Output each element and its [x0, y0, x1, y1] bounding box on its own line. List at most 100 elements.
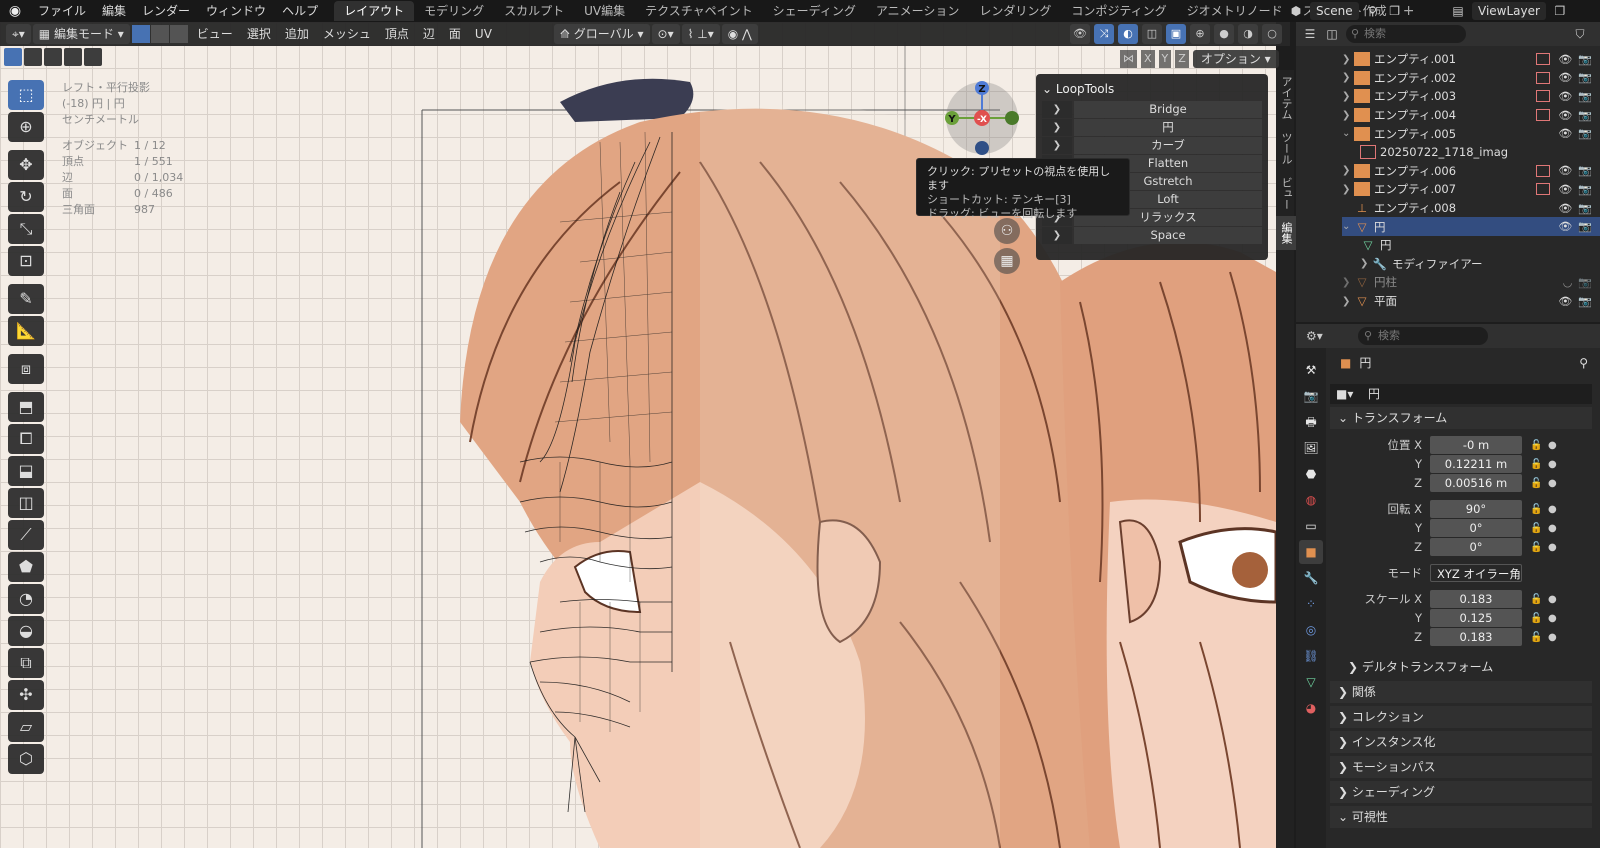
keyframe-dot-icon[interactable]: ●	[1548, 478, 1557, 489]
particles-tab-icon[interactable]: ⁘	[1299, 592, 1323, 616]
extrude-tool-icon[interactable]: ⬒	[8, 392, 44, 422]
mode-select[interactable]: ▦ 編集モード ▾	[32, 24, 130, 44]
eye-icon[interactable]: 👁	[1558, 183, 1572, 196]
constraints-tab-icon[interactable]: ⛓	[1299, 644, 1323, 668]
lock-icon[interactable]: 🔓	[1530, 523, 1542, 534]
section-motion-paths[interactable]: ❯ モーションパス	[1330, 756, 1592, 778]
output-tab-icon[interactable]: 🖶	[1299, 410, 1323, 434]
workspace-tab-texture-paint[interactable]: テクスチャペイント	[635, 1, 763, 21]
select-box-tool-icon[interactable]: ⬚	[8, 80, 44, 110]
outliner-row[interactable]: ⌄ エンプティ.005 👁 📷	[1342, 124, 1600, 143]
select-subtract-icon[interactable]	[44, 48, 62, 66]
menu-vertex[interactable]: 頂点	[379, 24, 415, 44]
outliner-row[interactable]: ❯ エンプティ.004 👁 📷	[1342, 106, 1600, 125]
keyframe-dot-icon[interactable]: ●	[1548, 632, 1557, 643]
camera-icon[interactable]: 📷	[1578, 183, 1592, 196]
outliner-editor-icon[interactable]: ☰	[1302, 26, 1318, 42]
outliner-row[interactable]: ❯ エンプティ.007 👁 📷	[1342, 180, 1600, 199]
mirror-icon[interactable]: ⋈	[1120, 50, 1137, 68]
material-tab-icon[interactable]: ◕	[1299, 696, 1323, 720]
camera-icon[interactable]: 📷	[1578, 202, 1592, 215]
chevron-right-icon[interactable]: ❯	[1342, 54, 1354, 65]
camera-view-icon[interactable]: ⚇	[994, 218, 1020, 244]
display-mode-icon[interactable]: ◫	[1324, 26, 1340, 42]
lock-icon[interactable]: 🔓	[1530, 504, 1542, 515]
eye-icon[interactable]: 👁	[1558, 90, 1572, 103]
outliner-row[interactable]: ❯ ▽ 円柱 ◡ 📷	[1342, 273, 1600, 292]
camera-icon[interactable]: 📷	[1578, 164, 1592, 177]
looptools-header[interactable]: ⌄ LoopTools	[1042, 78, 1262, 100]
lock-icon[interactable]: 🔓	[1530, 632, 1542, 643]
outliner-row[interactable]: ⌄ ▽ 円 👁 📷	[1342, 217, 1600, 236]
visibility-icon[interactable]: 👁	[1070, 24, 1090, 44]
camera-icon[interactable]: 📷	[1578, 90, 1592, 103]
pivot-point-select[interactable]: ⊙▾	[651, 24, 680, 44]
keyframe-dot-icon[interactable]: ●	[1548, 594, 1557, 605]
select-intersect-icon[interactable]	[84, 48, 102, 66]
keyframe-dot-icon[interactable]: ●	[1548, 459, 1557, 470]
face-select-icon[interactable]	[169, 25, 188, 43]
transform-orientation-select[interactable]: ⟰ グローバル ▾	[553, 24, 650, 44]
scale-x-field[interactable]: 0.183	[1430, 590, 1522, 608]
section-collections[interactable]: ❯ コレクション	[1330, 706, 1592, 728]
rotation-z-field[interactable]: 0°	[1430, 538, 1522, 556]
options-dropdown[interactable]: オプション ▾	[1192, 50, 1279, 68]
move-tool-icon[interactable]: ✥	[8, 150, 44, 180]
chevron-down-icon[interactable]: ⌄	[1342, 128, 1354, 139]
pin-icon[interactable]: ⚲	[1365, 3, 1381, 19]
rotation-y-field[interactable]: 0°	[1430, 519, 1522, 537]
camera-icon[interactable]: 📷	[1578, 109, 1592, 122]
section-relations[interactable]: ❯ 関係	[1330, 681, 1592, 703]
scene-name-field[interactable]: Scene	[1310, 2, 1359, 20]
wireframe-shading-icon[interactable]: ⊕	[1190, 24, 1210, 44]
mirror-axis-z[interactable]: Z	[1175, 50, 1189, 68]
eye-icon[interactable]: 👁	[1558, 127, 1572, 140]
outliner-row[interactable]: ❯ ▽ 平面 👁 📷	[1342, 292, 1600, 311]
properties-search-input[interactable]: ⚲ 検索	[1358, 327, 1488, 345]
eye-icon[interactable]: 👁	[1558, 71, 1572, 84]
sidebar-tab-view[interactable]: ビュー	[1276, 171, 1296, 216]
loop-cut-tool-icon[interactable]: ◫	[8, 488, 44, 518]
filter-icon[interactable]: ⛉	[1572, 26, 1588, 42]
scene-tab-icon[interactable]: ⬣	[1299, 462, 1323, 486]
object-name-field[interactable]: ■▾ 円	[1330, 384, 1592, 404]
gizmo-neg-z-axis[interactable]	[975, 141, 989, 155]
chevron-right-icon[interactable]: ❯	[1342, 110, 1354, 121]
scale-y-field[interactable]: 0.125	[1430, 609, 1522, 627]
edge-slide-tool-icon[interactable]: ⧉	[8, 648, 44, 678]
view-layer-tab-icon[interactable]: 🖼	[1299, 436, 1323, 460]
menu-render[interactable]: レンダー	[134, 0, 198, 22]
view-layer-icon[interactable]: ▤	[1450, 3, 1466, 19]
menu-select[interactable]: 選択	[241, 24, 277, 44]
outliner-row[interactable]: ❯ エンプティ.006 👁 📷	[1342, 162, 1600, 181]
material-shading-icon[interactable]: ◑	[1238, 24, 1258, 44]
eye-icon[interactable]: 👁	[1558, 220, 1572, 233]
menu-face[interactable]: 面	[443, 24, 467, 44]
snap-toggle[interactable]: ⌇ ⊥▾	[681, 24, 720, 44]
outliner-row[interactable]: ❯ エンプティ.001 👁 📷	[1342, 50, 1600, 69]
blender-logo-icon[interactable]: ◉	[0, 3, 30, 19]
location-y-field[interactable]: 0.12211 m	[1430, 455, 1522, 473]
section-shading[interactable]: ❯ シェーディング	[1330, 781, 1592, 803]
smooth-tool-icon[interactable]: ◒	[8, 616, 44, 646]
camera-icon[interactable]: 📷	[1578, 276, 1592, 289]
world-tab-icon[interactable]: ◍	[1299, 488, 1323, 512]
outliner-row[interactable]: ❯ エンプティ.002 👁 📷	[1342, 69, 1600, 88]
camera-icon[interactable]: 📷	[1578, 220, 1592, 233]
menu-mesh[interactable]: メッシュ	[317, 24, 377, 44]
menu-help[interactable]: ヘルプ	[274, 0, 326, 22]
editor-type-button[interactable]: ⌖▾	[6, 24, 31, 44]
workspace-tab-uv[interactable]: UV編集	[574, 1, 635, 21]
knife-tool-icon[interactable]: ⟋	[8, 520, 44, 550]
outliner-search-input[interactable]: ⚲ 検索	[1346, 25, 1466, 43]
data-tab-icon[interactable]: ▽	[1299, 670, 1323, 694]
chevron-down-icon[interactable]: ⌄	[1342, 221, 1354, 232]
inset-tool-icon[interactable]: ⧠	[8, 424, 44, 454]
section-instancing[interactable]: ❯ インスタンス化	[1330, 731, 1592, 753]
scale-z-field[interactable]: 0.183	[1430, 628, 1522, 646]
menu-file[interactable]: ファイル	[30, 0, 94, 22]
proportional-edit-toggle[interactable]: ◉ ⋀	[721, 24, 758, 44]
scale-tool-icon[interactable]: ⤡	[8, 214, 44, 244]
workspace-tab-layout[interactable]: レイアウト	[334, 1, 415, 21]
tool-tab-icon[interactable]: ⚒	[1299, 358, 1323, 382]
